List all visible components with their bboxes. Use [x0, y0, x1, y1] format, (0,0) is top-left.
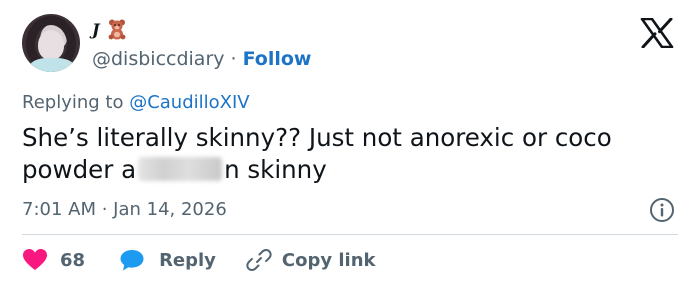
teddy-bear-icon [108, 19, 125, 40]
link-icon [246, 248, 272, 272]
divider [22, 234, 678, 235]
heart-icon [23, 249, 47, 270]
tweet-card: 𝑱 @disbiccdiary · Follow Replying to @Ca… [0, 0, 700, 287]
author-handle[interactable]: @disbiccdiary [92, 48, 225, 70]
replying-to-prefix: Replying to [22, 92, 130, 113]
separator-dot: · [230, 48, 237, 70]
tweet-line-1: She’s literally skinny?? Just not anorex… [22, 123, 612, 152]
copy-link-label: Copy link [281, 249, 376, 271]
tweet-line-2: powder a n skinny [22, 154, 682, 186]
timestamp[interactable]: 7:01 AM · Jan 14, 2026 [22, 199, 227, 220]
like-count: 68 [60, 249, 86, 271]
avatar[interactable] [22, 14, 80, 72]
copy-link-button[interactable]: Copy link [246, 245, 376, 275]
x-logo-icon[interactable] [640, 18, 674, 48]
follow-button[interactable]: Follow [243, 48, 312, 70]
reply-mention-link[interactable]: @CaudilloXIV [129, 92, 249, 113]
action-bar: 68 Reply Copy link [22, 245, 376, 275]
tweet-text: She’s literally skinny?? Just not anorex… [22, 122, 682, 186]
reply-button[interactable]: Reply [119, 245, 216, 275]
replying-to: Replying to @CaudilloXIV [22, 92, 250, 113]
handle-row: @disbiccdiary · Follow [92, 48, 311, 70]
reply-label: Reply [159, 249, 216, 271]
display-name[interactable]: 𝑱 [92, 20, 100, 39]
tweet-line-2-start: powder a [22, 155, 137, 184]
info-icon[interactable] [649, 197, 675, 223]
censor-blur [138, 157, 223, 181]
author-name-row: 𝑱 [92, 18, 128, 40]
tweet-line-2-end: n skinny [224, 155, 327, 184]
reply-bubble-icon [120, 250, 144, 271]
like-button[interactable]: 68 [22, 245, 85, 275]
